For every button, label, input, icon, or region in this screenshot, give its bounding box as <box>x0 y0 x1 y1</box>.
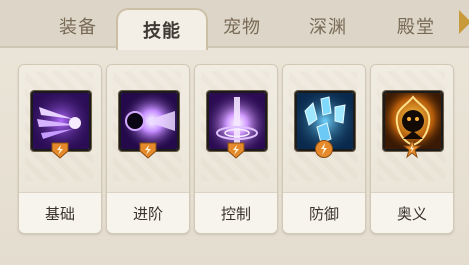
tab-equipment[interactable]: 装备 <box>34 6 122 46</box>
tab-pets[interactable]: 宠物 <box>198 6 286 46</box>
tab-skills[interactable]: 技能 <box>116 8 208 50</box>
skill-label: 防御 <box>283 192 365 233</box>
tab-abyss[interactable]: 深渊 <box>284 6 372 46</box>
tab-bar: 装备 技能 宠物 深渊 殿堂 <box>0 0 469 50</box>
skill-screen: 装备 技能 宠物 深渊 殿堂 基础 进阶 控制 防御 奥义 <box>0 0 469 265</box>
skill-card-basic[interactable]: 基础 <box>18 64 102 234</box>
skill-label: 进阶 <box>107 192 189 233</box>
lightning-badge-icon <box>51 142 69 159</box>
skill-card-ultimate[interactable]: 奥义 <box>370 64 454 234</box>
lightning-badge-icon <box>227 142 245 159</box>
skill-label: 基础 <box>19 192 101 233</box>
skill-card-defense[interactable]: 防御 <box>282 64 366 234</box>
skill-cards-panel: 基础 进阶 控制 防御 奥义 <box>14 52 461 242</box>
skill-label: 奥义 <box>371 192 453 233</box>
skill-card-advanced[interactable]: 进阶 <box>106 64 190 234</box>
tab-hall[interactable]: 殿堂 <box>372 6 460 46</box>
lightning-badge-icon <box>139 142 157 159</box>
skill-label: 控制 <box>195 192 277 233</box>
lightning-badge-icon <box>402 139 422 159</box>
skill-card-control[interactable]: 控制 <box>194 64 278 234</box>
lightning-badge-icon <box>315 140 333 158</box>
tab-scroll-right-icon[interactable] <box>459 10 469 34</box>
